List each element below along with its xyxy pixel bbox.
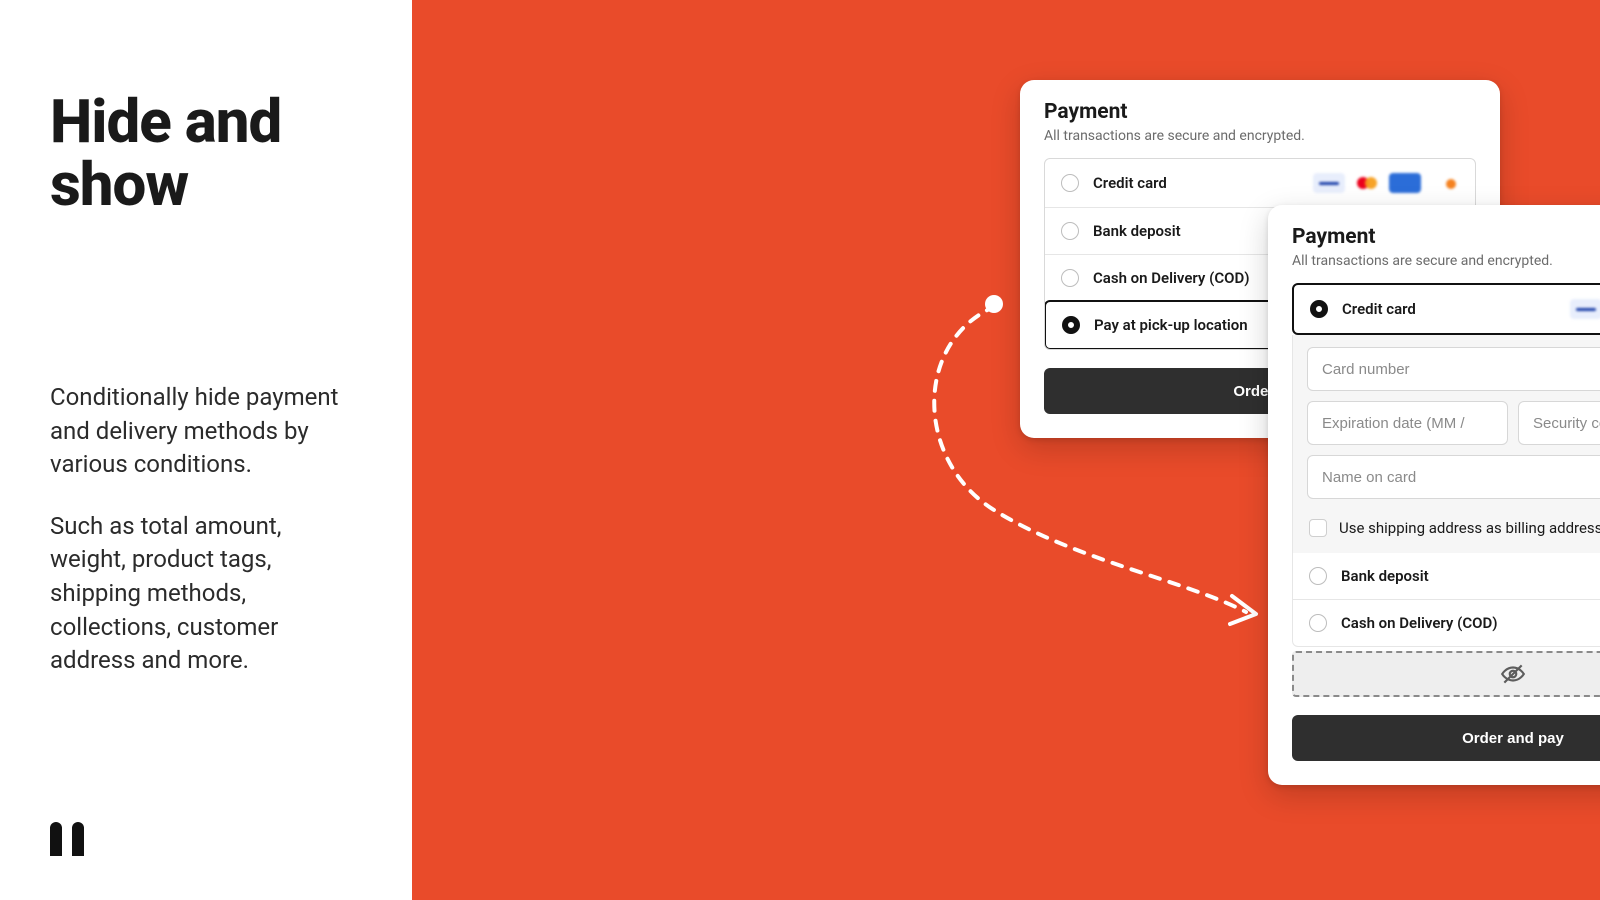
- hidden-payment-option-placeholder: [1292, 651, 1600, 697]
- payment-option-bank-deposit[interactable]: Bank deposit: [1292, 553, 1600, 600]
- order-and-pay-button[interactable]: Order and pay: [1292, 715, 1600, 761]
- hero-paragraph-2: Such as total amount, weight, product ta…: [50, 510, 362, 678]
- card-number-field: [1307, 347, 1600, 391]
- connector-start-dot-icon: [985, 295, 1003, 313]
- payment-heading: Payment: [1044, 100, 1476, 124]
- payment-heading: Payment: [1292, 225, 1600, 249]
- radio-icon: [1061, 222, 1079, 240]
- visa-icon: [1313, 173, 1345, 193]
- expiration-input[interactable]: [1307, 401, 1508, 445]
- radio-icon: [1061, 174, 1079, 192]
- card-brand-logos: [1313, 173, 1459, 193]
- security-code-input[interactable]: [1518, 401, 1600, 445]
- card-brand-logos: [1570, 299, 1600, 319]
- payment-card-after: Payment All transactions are secure and …: [1268, 205, 1600, 785]
- payment-option-credit-card[interactable]: Credit card: [1292, 283, 1600, 335]
- hero-title: Hide and show: [50, 90, 362, 216]
- radio-selected-icon: [1062, 316, 1080, 334]
- payment-subtitle: All transactions are secure and encrypte…: [1044, 128, 1476, 144]
- checkbox-label: Use shipping address as billing address: [1339, 519, 1600, 537]
- hero-paragraph-1: Conditionally hide payment and delivery …: [50, 381, 362, 482]
- option-label: Cash on Delivery (COD): [1093, 269, 1250, 287]
- right-panel: Payment All transactions are secure and …: [412, 0, 1600, 900]
- hero-body: Conditionally hide payment and delivery …: [50, 381, 362, 678]
- checkbox-icon: [1309, 519, 1327, 537]
- option-label: Bank deposit: [1341, 567, 1429, 585]
- button-label: Order and pay: [1462, 730, 1564, 747]
- payment-option-cod[interactable]: Cash on Delivery (COD): [1292, 600, 1600, 647]
- brand-logo: [50, 822, 84, 860]
- amex-icon: [1389, 173, 1421, 193]
- radio-icon: [1061, 269, 1079, 287]
- option-label: Credit card: [1342, 300, 1416, 318]
- billing-same-as-shipping[interactable]: Use shipping address as billing address: [1307, 509, 1600, 539]
- option-label: Pay at pick-up location: [1094, 316, 1248, 334]
- option-label: Bank deposit: [1093, 222, 1181, 240]
- eye-off-icon: [1500, 661, 1526, 687]
- radio-icon: [1309, 567, 1327, 585]
- expiration-field: [1307, 401, 1508, 445]
- left-panel: Hide and show Conditionally hide payment…: [0, 0, 412, 900]
- option-label: Cash on Delivery (COD): [1341, 614, 1498, 632]
- brand-logo-icon: [50, 822, 84, 856]
- discover-icon: [1427, 173, 1459, 193]
- security-code-field: [1518, 401, 1600, 445]
- card-number-input[interactable]: [1307, 347, 1600, 391]
- radio-icon: [1309, 614, 1327, 632]
- credit-card-form: Use shipping address as billing address: [1292, 335, 1600, 553]
- mastercard-icon: [1351, 173, 1383, 193]
- payment-subtitle: All transactions are secure and encrypte…: [1292, 253, 1600, 269]
- name-on-card-field: [1307, 455, 1600, 499]
- option-label: Credit card: [1093, 174, 1167, 192]
- name-on-card-input[interactable]: [1307, 455, 1600, 499]
- visa-icon: [1570, 299, 1600, 319]
- payment-option-credit-card[interactable]: Credit card: [1045, 159, 1475, 207]
- radio-selected-icon: [1310, 300, 1328, 318]
